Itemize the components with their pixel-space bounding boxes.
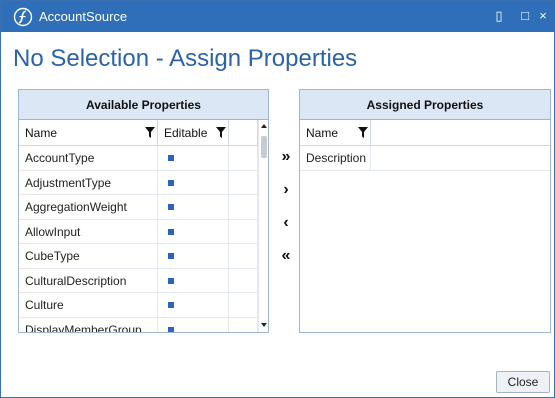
property-name-cell: Culture bbox=[19, 293, 158, 318]
empty-cell bbox=[229, 317, 258, 332]
available-properties-header: Available Properties bbox=[19, 90, 268, 120]
title-bar[interactable]: AccountSource ▯ □ × bbox=[1, 1, 554, 32]
property-name-cell: CulturalDescription bbox=[19, 268, 158, 293]
filter-icon[interactable] bbox=[145, 127, 155, 138]
scroll-down-arrow-icon[interactable] bbox=[261, 323, 267, 327]
column-header-editable[interactable]: Editable bbox=[158, 120, 229, 146]
column-header-name-label: Name bbox=[25, 126, 58, 140]
table-row[interactable]: Description bbox=[300, 146, 550, 171]
maximize-button[interactable]: □ bbox=[515, 6, 535, 26]
dialog-window: AccountSource ▯ □ × No Selection - Assig… bbox=[0, 0, 555, 398]
remove-button[interactable]: ‹ bbox=[277, 214, 295, 232]
editable-cell[interactable] bbox=[158, 146, 229, 171]
assigned-properties-grid: Assigned Properties Name Description bbox=[299, 89, 551, 333]
empty-cell bbox=[229, 146, 258, 171]
column-header-name[interactable]: Name bbox=[300, 120, 371, 146]
table-row[interactable]: CubeType bbox=[19, 244, 258, 269]
restore-button[interactable]: ▯ bbox=[489, 6, 509, 26]
empty-cell bbox=[371, 146, 550, 171]
property-name-cell: AccountType bbox=[19, 146, 158, 171]
window-title: AccountSource bbox=[39, 9, 128, 24]
empty-cell bbox=[229, 293, 258, 318]
editable-cell[interactable] bbox=[158, 293, 229, 318]
app-logo-icon bbox=[13, 7, 33, 27]
column-header-spacer bbox=[371, 120, 550, 146]
table-row[interactable]: AggregationWeight bbox=[19, 195, 258, 220]
scroll-up-arrow-icon[interactable] bbox=[261, 124, 267, 128]
table-row[interactable]: Culture bbox=[19, 293, 258, 318]
editable-checkbox[interactable] bbox=[168, 228, 174, 235]
editable-cell[interactable] bbox=[158, 219, 229, 244]
add-all-button[interactable]: » bbox=[277, 148, 295, 166]
close-button[interactable]: Close bbox=[496, 371, 550, 393]
empty-cell bbox=[229, 268, 258, 293]
editable-cell[interactable] bbox=[158, 268, 229, 293]
empty-cell bbox=[229, 219, 258, 244]
editable-checkbox[interactable] bbox=[168, 253, 174, 259]
scrollbar-thumb[interactable] bbox=[261, 136, 267, 158]
editable-checkbox[interactable] bbox=[168, 179, 174, 186]
table-row[interactable]: AllowInput bbox=[19, 219, 258, 244]
page-title: No Selection - Assign Properties bbox=[13, 45, 358, 72]
remove-all-button[interactable]: « bbox=[277, 247, 295, 265]
empty-cell bbox=[229, 244, 258, 269]
editable-checkbox[interactable] bbox=[168, 155, 174, 161]
editable-checkbox[interactable] bbox=[168, 326, 174, 332]
column-header-spacer bbox=[229, 120, 258, 146]
editable-checkbox[interactable] bbox=[168, 277, 174, 284]
empty-cell bbox=[229, 170, 258, 195]
filter-icon[interactable] bbox=[358, 127, 368, 138]
column-header-name-label: Name bbox=[306, 126, 339, 140]
table-row[interactable]: AdjustmentType bbox=[19, 170, 258, 195]
add-button[interactable]: › bbox=[277, 181, 295, 199]
editable-cell[interactable] bbox=[158, 195, 229, 220]
editable-checkbox[interactable] bbox=[168, 302, 174, 308]
close-window-button[interactable]: × bbox=[533, 6, 553, 26]
table-row[interactable]: DisplayMemberGroup bbox=[19, 317, 258, 332]
available-properties-grid: Available Properties Name Editable Accou… bbox=[18, 89, 269, 333]
property-name-cell: CubeType bbox=[19, 244, 158, 269]
table-row[interactable]: AccountType bbox=[19, 146, 258, 171]
table-row[interactable]: CulturalDescription bbox=[19, 268, 258, 293]
column-header-editable-label: Editable bbox=[164, 126, 208, 140]
property-name-cell: AllowInput bbox=[19, 219, 158, 244]
editable-cell[interactable] bbox=[158, 170, 229, 195]
property-name-cell: DisplayMemberGroup bbox=[19, 317, 158, 332]
property-name-cell: AggregationWeight bbox=[19, 195, 158, 220]
editable-cell[interactable] bbox=[158, 317, 229, 332]
property-name-cell: Description bbox=[300, 146, 371, 171]
editable-cell[interactable] bbox=[158, 244, 229, 269]
filter-icon[interactable] bbox=[216, 127, 226, 138]
assigned-properties-header: Assigned Properties bbox=[300, 90, 550, 120]
property-name-cell: AdjustmentType bbox=[19, 170, 158, 195]
empty-cell bbox=[229, 195, 258, 220]
editable-checkbox[interactable] bbox=[168, 204, 174, 210]
column-header-name[interactable]: Name bbox=[19, 120, 158, 146]
vertical-scrollbar[interactable] bbox=[258, 120, 268, 332]
